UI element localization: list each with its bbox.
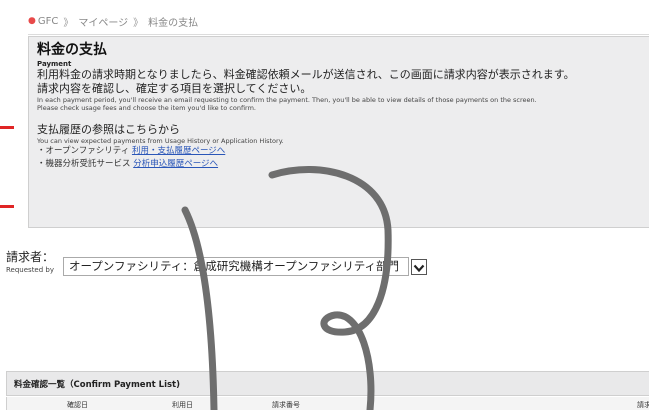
- instruction-en-1: In each payment period, you'll receive a…: [37, 96, 537, 104]
- requester-label-en: Requested by: [6, 266, 54, 274]
- payment-info-panel: 料金の支払 Payment 利用料金の請求時期となりましたら、料金確認依頼メール…: [28, 36, 649, 228]
- column-header[interactable]: 確認日: [67, 400, 88, 410]
- history-item-label: ・機器分析受託サービス: [37, 159, 131, 169]
- breadcrumb-item-mypage[interactable]: マイページ: [78, 14, 128, 29]
- red-marker: [0, 126, 14, 129]
- history-item-label: ・オープンファシリティ: [37, 146, 130, 156]
- breadcrumb-divider: [28, 34, 649, 35]
- instruction-en-2: Please check usage fees and choose the i…: [37, 104, 256, 112]
- breadcrumb-separator: 》: [133, 17, 144, 29]
- requester-select[interactable]: オープンファシリティ：創成研究機構オープンファシリティ部門: [63, 257, 409, 276]
- requester-section: 請求者： Requested by オープンファシリティ：創成研究機構オープンフ…: [6, 250, 649, 290]
- red-marker: [0, 205, 14, 208]
- breadcrumb-dot-icon: ●: [28, 16, 36, 26]
- column-header[interactable]: 請求番号: [272, 400, 300, 410]
- instruction-jp-1: 利用料金の請求時期となりましたら、料金確認依頼メールが送信され、この画面に請求内…: [37, 68, 575, 81]
- instruction-jp-2: 請求内容を確認し、確定する項目を選択してください。: [37, 82, 312, 95]
- column-header[interactable]: 利用日: [172, 400, 193, 410]
- history-item-open-facility: ・オープンファシリティ 利用・支払履歴ページへ: [37, 145, 649, 158]
- breadcrumb-item-current: 料金の支払: [148, 17, 199, 29]
- confirm-list-title: 料金確認一覧（Confirm Payment List): [14, 380, 180, 390]
- breadcrumb-separator: 》: [63, 17, 74, 29]
- requester-label: 請求者：: [6, 250, 55, 264]
- history-heading: 支払履歴の参照はこちらから: [37, 123, 180, 136]
- confirm-list-columns: 確認日 利用日 請求番号 請求: [6, 397, 649, 410]
- page-title: 料金の支払: [37, 42, 107, 58]
- page-subtitle: Payment: [37, 60, 72, 68]
- history-en: You can view expected payments from Usag…: [37, 137, 284, 145]
- usage-history-link[interactable]: 利用・支払履歴ページへ: [132, 146, 225, 156]
- chevron-down-icon[interactable]: [411, 259, 427, 275]
- application-history-link[interactable]: 分析申込履歴ページへ: [133, 159, 218, 169]
- column-header[interactable]: 請求: [637, 400, 649, 410]
- history-item-analysis-service: ・機器分析受託サービス 分析申込履歴ページへ: [37, 158, 649, 171]
- breadcrumb: ● GFC 》 マイページ 》 料金の支払: [28, 10, 649, 32]
- breadcrumb-item-home[interactable]: GFC: [38, 16, 58, 27]
- confirm-payment-list-header: 料金確認一覧（Confirm Payment List): [6, 371, 649, 396]
